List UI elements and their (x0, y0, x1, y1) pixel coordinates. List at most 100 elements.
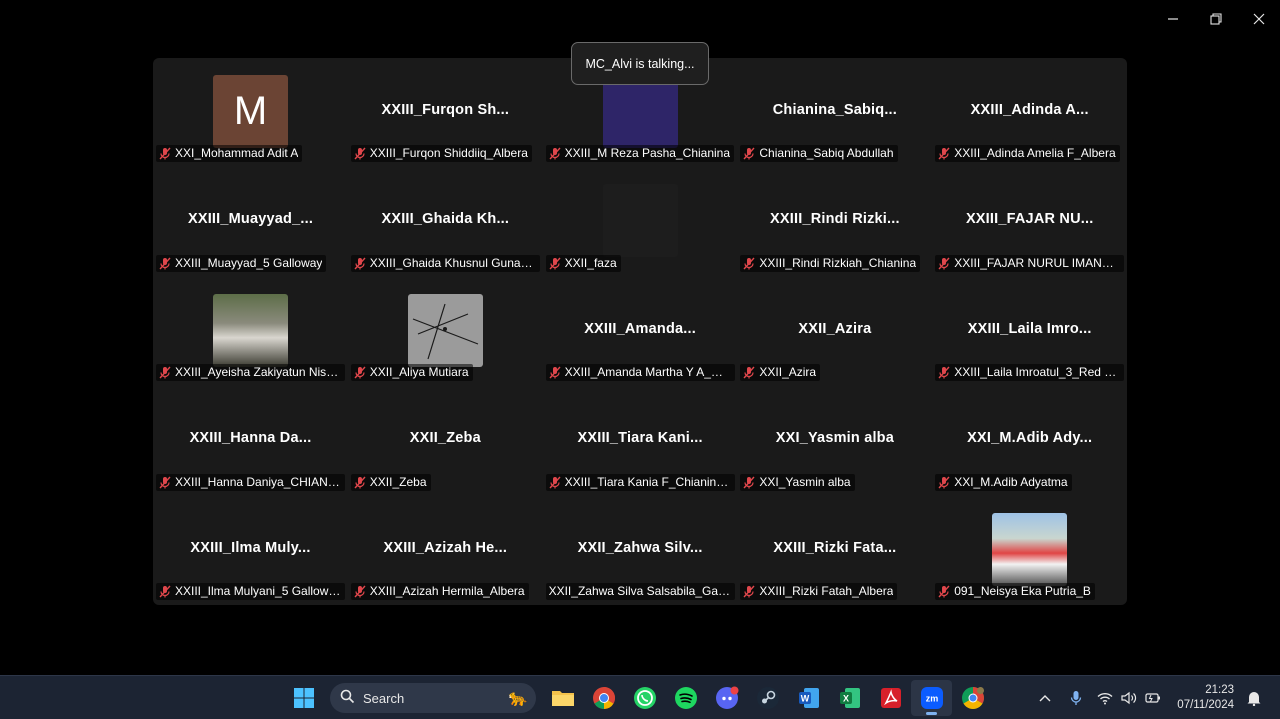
participant-tile[interactable]: XXII_faza (543, 167, 738, 276)
participant-name: Chianina_Sabiq Abdullah (759, 146, 894, 161)
minimize-icon[interactable] (1151, 0, 1194, 38)
participant-tile[interactable]: XXIII_Tiara Kani... XXIII_Tiara Kania F_C… (543, 386, 738, 495)
participant-name: XXIII_Tiara Kania F_Chianina(4) (564, 474, 731, 489)
participant-tile[interactable]: XXIII_Rindi Rizki... XXIII_Rindi Rizkiah_… (737, 167, 932, 276)
participant-tile[interactable]: 091_Neisya Eka Putria_B (932, 496, 1127, 605)
participant-name: XXIII_Rizki Fatah_Albera (759, 583, 894, 598)
participant-tile[interactable]: XXII_Zahwa Silv... XXII_Zahwa Silva Salsa… (543, 496, 738, 605)
search-highlight-icon: 🐆 (508, 690, 528, 707)
participant-tile[interactable]: XXIII_FAJAR NU... XXIII_FAJAR NURUL IMAN_… (932, 167, 1127, 276)
participant-name-label: XXII_Zahwa Silva Salsabila_Gallo... (545, 582, 735, 600)
avatar (602, 184, 678, 258)
participant-tile[interactable]: XXIII_Furqon Sh... XXIII_Furqon Shiddiiq_… (348, 58, 543, 167)
participant-name: XXII_Zeba (369, 474, 427, 489)
participant-tile[interactable]: XXIII_Rizki Fata... XXIII_Rizki Fatah_Alb… (737, 496, 932, 605)
participant-tile[interactable]: XXII_Azira XXII_Azira (737, 277, 932, 386)
excel-icon[interactable]: X (829, 680, 870, 716)
acrobat-icon[interactable] (870, 680, 911, 716)
participant-tile[interactable]: XXIII_Azizah He... XXIII_Azizah Hermila_A… (348, 496, 543, 605)
avatar-letter: M (213, 75, 288, 148)
participant-tile[interactable]: M XXI_Mohammad Adit A (153, 58, 348, 167)
participant-tile[interactable]: XXIII_Ilma Muly... XXIII_Ilma Mulyani_5 G… (153, 496, 348, 605)
word-icon[interactable]: W (788, 680, 829, 716)
participant-tile[interactable]: XXII_Zeba XXII_Zeba (348, 386, 543, 495)
participant-tile[interactable]: XXII_Aliya Mutiara (348, 277, 543, 386)
participant-tile[interactable]: XXIII_Adinda A... XXIII_Adinda Amelia F_A… (932, 58, 1127, 167)
chrome-profile-icon[interactable] (952, 680, 993, 716)
close-icon[interactable] (1237, 0, 1280, 38)
volume-icon[interactable] (1118, 687, 1140, 709)
restore-icon[interactable] (1194, 0, 1237, 38)
participant-name: XXIII_Muayyad_5 Galloway (175, 255, 323, 270)
participant-display-name: XXIII_Adinda A... (970, 102, 1089, 118)
muted-mic-icon (938, 585, 950, 598)
participant-tile[interactable]: XXIII_Ghaida Kh... XXIII_Ghaida Khusnul G… (348, 167, 543, 276)
participant-tile[interactable]: XXIII_Hanna Da... XXIII_Hanna Daniya_CHIA… (153, 386, 348, 495)
taskbar-apps: Search 🐆 W X zm (283, 680, 993, 716)
muted-mic-icon (159, 366, 171, 379)
taskbar-search[interactable]: Search 🐆 (330, 683, 536, 713)
muted-mic-icon (159, 476, 171, 489)
participant-name-label: XXIII_Ghaida Khusnul Gunani ... (350, 254, 540, 272)
participant-name: XXIII_Ghaida Khusnul Gunani ... (369, 255, 536, 270)
chrome-icon[interactable] (583, 680, 624, 716)
muted-mic-icon (743, 585, 755, 598)
participant-name-label: XXII_Azira (740, 364, 821, 382)
taskbar-clock[interactable]: 21:23 07/11/2024 (1177, 683, 1234, 713)
participant-name-label: XXI_Yasmin alba (740, 473, 855, 491)
participant-name: XXII_Aliya Mutiara (369, 365, 469, 380)
discord-icon[interactable] (706, 680, 747, 716)
window-controls (1151, 0, 1280, 38)
participant-name-label: XXI_Mohammad Adit A (156, 145, 303, 163)
svg-text:W: W (800, 694, 809, 704)
participant-display-name: XXIII_Ghaida Kh... (381, 211, 510, 228)
participant-display-name: XXIII_Hanna Da... (189, 430, 312, 447)
windows-start-icon[interactable] (283, 680, 324, 716)
participant-tile[interactable]: XXIII_Muayyad_... XXIII_Muayyad_5 Gallowa… (153, 167, 348, 276)
wifi-icon[interactable] (1094, 687, 1116, 709)
muted-mic-icon (159, 147, 171, 160)
participant-name-label: XXII_Aliya Mutiara (350, 364, 473, 382)
participant-name-label: XXIII_Amanda Martha Y A_Gall... (545, 364, 735, 382)
avatar (992, 512, 1068, 586)
muted-mic-icon (743, 147, 755, 160)
muted-mic-icon (549, 257, 561, 270)
participant-tile[interactable]: Chianina_Sabiq... Chianina_Sabiq Abdullah (737, 58, 932, 167)
microphone-icon[interactable] (1065, 687, 1087, 709)
avatar (407, 293, 483, 367)
participant-name-label: XXIII_Furqon Shiddiiq_Albera (350, 145, 532, 163)
participant-tile[interactable]: XXI_M.Adib Ady... XXI_M.Adib Adyatma (932, 386, 1127, 495)
muted-mic-icon (743, 257, 755, 270)
zoom-icon[interactable]: zm (911, 680, 952, 716)
participant-tile[interactable]: XXIII_Laila Imro... XXIII_Laila Imroatul_… (932, 277, 1127, 386)
taskbar: Search 🐆 W X zm 21:23 07/11/2024 (0, 675, 1280, 719)
participant-name-label: XXII_Zeba (350, 473, 431, 491)
participant-display-name: XXI_Yasmin alba (775, 430, 895, 447)
clock-time: 21:23 (1205, 684, 1234, 696)
participant-display-name: XXIII_Tiara Kani... (577, 430, 703, 447)
participant-name-label: XXIII_Laila Imroatul_3_Red Dev... (935, 364, 1125, 382)
participant-tile[interactable]: XXIII_Ayeisha Zakiyatun Niswa... (153, 277, 348, 386)
participant-tile[interactable]: XXI_Yasmin alba XXI_Yasmin alba (737, 386, 932, 495)
chevron-up-icon[interactable] (1034, 687, 1056, 709)
battery-icon[interactable] (1142, 687, 1164, 709)
participant-display-name: XXII_Azira (798, 320, 872, 337)
participant-name: XXII_Zahwa Silva Salsabila_Gallo... (548, 583, 731, 598)
participant-name: XXI_M.Adib Adyatma (954, 474, 1068, 489)
participant-tile[interactable]: XXIII_Amanda... XXIII_Amanda Martha Y A_G… (543, 277, 738, 386)
participant-name-label: XXIII_Muayyad_5 Galloway (156, 254, 327, 272)
participant-name-label: XXIII_Hanna Daniya_CHIANINA (156, 473, 345, 491)
participant-display-name: XXII_Zeba (409, 430, 481, 447)
notification-bell-icon[interactable] (1243, 687, 1265, 709)
muted-mic-icon (159, 585, 171, 598)
file-explorer-icon[interactable] (542, 680, 583, 716)
participant-name: XXIII_Rindi Rizkiah_Chianina (759, 255, 917, 270)
steam-icon[interactable] (747, 680, 788, 716)
spotify-icon[interactable] (665, 680, 706, 716)
participant-name-label: XXIII_Rizki Fatah_Albera (740, 582, 898, 600)
whatsapp-icon[interactable] (624, 680, 665, 716)
participant-name: XXIII_Amanda Martha Y A_Gall... (564, 365, 731, 380)
participant-display-name: XXI_M.Adib Ady... (967, 430, 1093, 447)
participant-name: XXIII_M Reza Pasha_Chianina (564, 146, 731, 161)
participant-display-name: XXIII_Amanda... (584, 320, 696, 337)
